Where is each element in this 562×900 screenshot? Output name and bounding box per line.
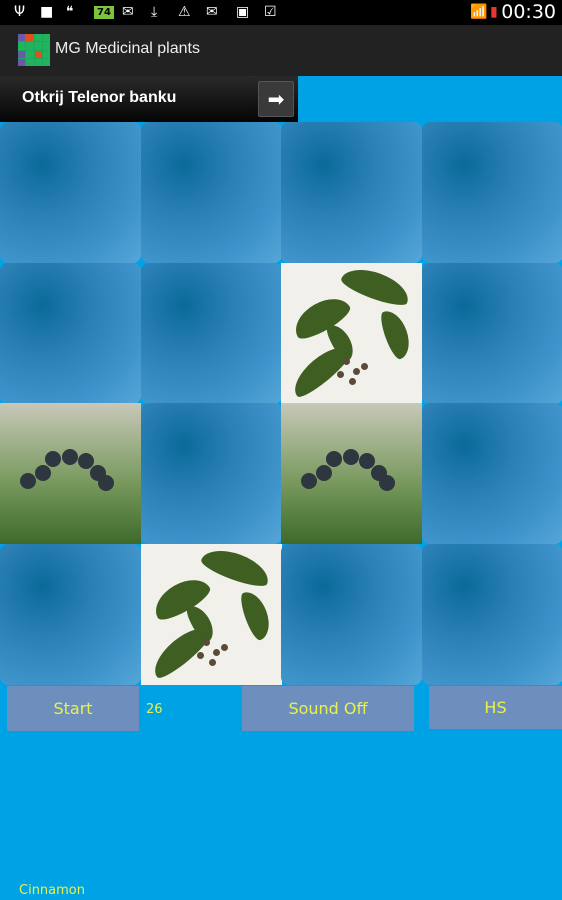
high-score-button[interactable]: HS bbox=[429, 686, 562, 729]
wifi-icon: 📶 bbox=[470, 4, 488, 20]
seed bbox=[337, 370, 344, 378]
arrow-right-icon: ➡ bbox=[267, 87, 285, 111]
leaf bbox=[236, 587, 275, 642]
seed bbox=[208, 658, 216, 666]
ad-arrow-button[interactable]: ➡ bbox=[258, 81, 294, 117]
seed bbox=[202, 638, 210, 646]
score-counter: 26 bbox=[146, 702, 163, 717]
seed bbox=[220, 643, 228, 651]
start-button[interactable]: Start bbox=[7, 686, 139, 731]
ad-banner[interactable]: Otkrij Telenor banku ➡ i bbox=[0, 76, 298, 197]
chat-icon: ■ bbox=[40, 4, 54, 20]
warning-icon: ⚠ bbox=[178, 4, 191, 20]
card-face-down[interactable] bbox=[281, 543, 422, 685]
ad-text[interactable]: Otkrij Telenor banku bbox=[22, 89, 176, 107]
app-icon[interactable] bbox=[18, 34, 50, 66]
gallery-icon: ▣ bbox=[236, 4, 250, 20]
card-face-down[interactable] bbox=[281, 122, 422, 263]
gmail-icon: ✉ bbox=[122, 4, 134, 20]
berry bbox=[62, 449, 78, 465]
card-face-up-plant-b[interactable] bbox=[0, 403, 141, 544]
card-face-up-plant-b[interactable] bbox=[281, 403, 422, 544]
card-face-down[interactable] bbox=[0, 262, 141, 404]
seed bbox=[349, 377, 356, 385]
battery-icon: ▮ bbox=[490, 4, 498, 20]
berry bbox=[20, 473, 36, 489]
usb-icon: Ψ bbox=[14, 4, 26, 20]
berry bbox=[326, 451, 342, 467]
seed bbox=[353, 367, 360, 375]
card-face-down[interactable] bbox=[421, 543, 562, 685]
card-face-up-plant-a[interactable] bbox=[281, 262, 422, 404]
card-face-up-plant-a[interactable] bbox=[140, 543, 282, 685]
berry bbox=[301, 473, 317, 489]
berry bbox=[45, 451, 61, 467]
seed bbox=[361, 362, 368, 370]
leaf bbox=[198, 543, 273, 591]
berry bbox=[316, 465, 332, 481]
sound-toggle-button[interactable]: Sound Off bbox=[242, 686, 414, 731]
card-face-down[interactable] bbox=[140, 403, 282, 544]
card-face-down[interactable] bbox=[0, 543, 141, 685]
card-face-down[interactable] bbox=[421, 122, 562, 263]
status-bar: Ψ ■ ❝ 74 ✉ ⤓ ⚠ ✉ ▣ ☑ 📶 ▮ 00:30 bbox=[0, 0, 562, 25]
card-face-down[interactable] bbox=[140, 262, 282, 404]
card-face-down[interactable] bbox=[421, 403, 562, 544]
berry bbox=[35, 465, 51, 481]
mail-settings-icon: ✉ bbox=[206, 4, 218, 20]
action-bar: MG Medicinal plants bbox=[0, 25, 562, 76]
download-icon: ⤓ bbox=[151, 4, 158, 20]
card-face-down[interactable] bbox=[421, 262, 562, 404]
leaf bbox=[377, 306, 415, 361]
clock: 00:30 bbox=[501, 1, 556, 23]
battery-badge-icon: 74 bbox=[94, 6, 114, 19]
hangouts-icon: ❝ bbox=[66, 4, 74, 20]
card-face-down[interactable] bbox=[140, 122, 282, 263]
seed bbox=[343, 357, 350, 365]
leaf bbox=[338, 262, 414, 310]
berry bbox=[98, 475, 114, 491]
berry bbox=[379, 475, 395, 491]
app-title: MG Medicinal plants bbox=[55, 40, 200, 57]
berry bbox=[343, 449, 359, 465]
seed bbox=[196, 651, 204, 659]
plant-name-label: Cinnamon bbox=[19, 883, 85, 898]
card-face-down[interactable] bbox=[0, 122, 141, 263]
game-board bbox=[0, 122, 562, 685]
seed bbox=[212, 648, 220, 656]
shopping-bag-icon: ☑ bbox=[264, 4, 277, 20]
